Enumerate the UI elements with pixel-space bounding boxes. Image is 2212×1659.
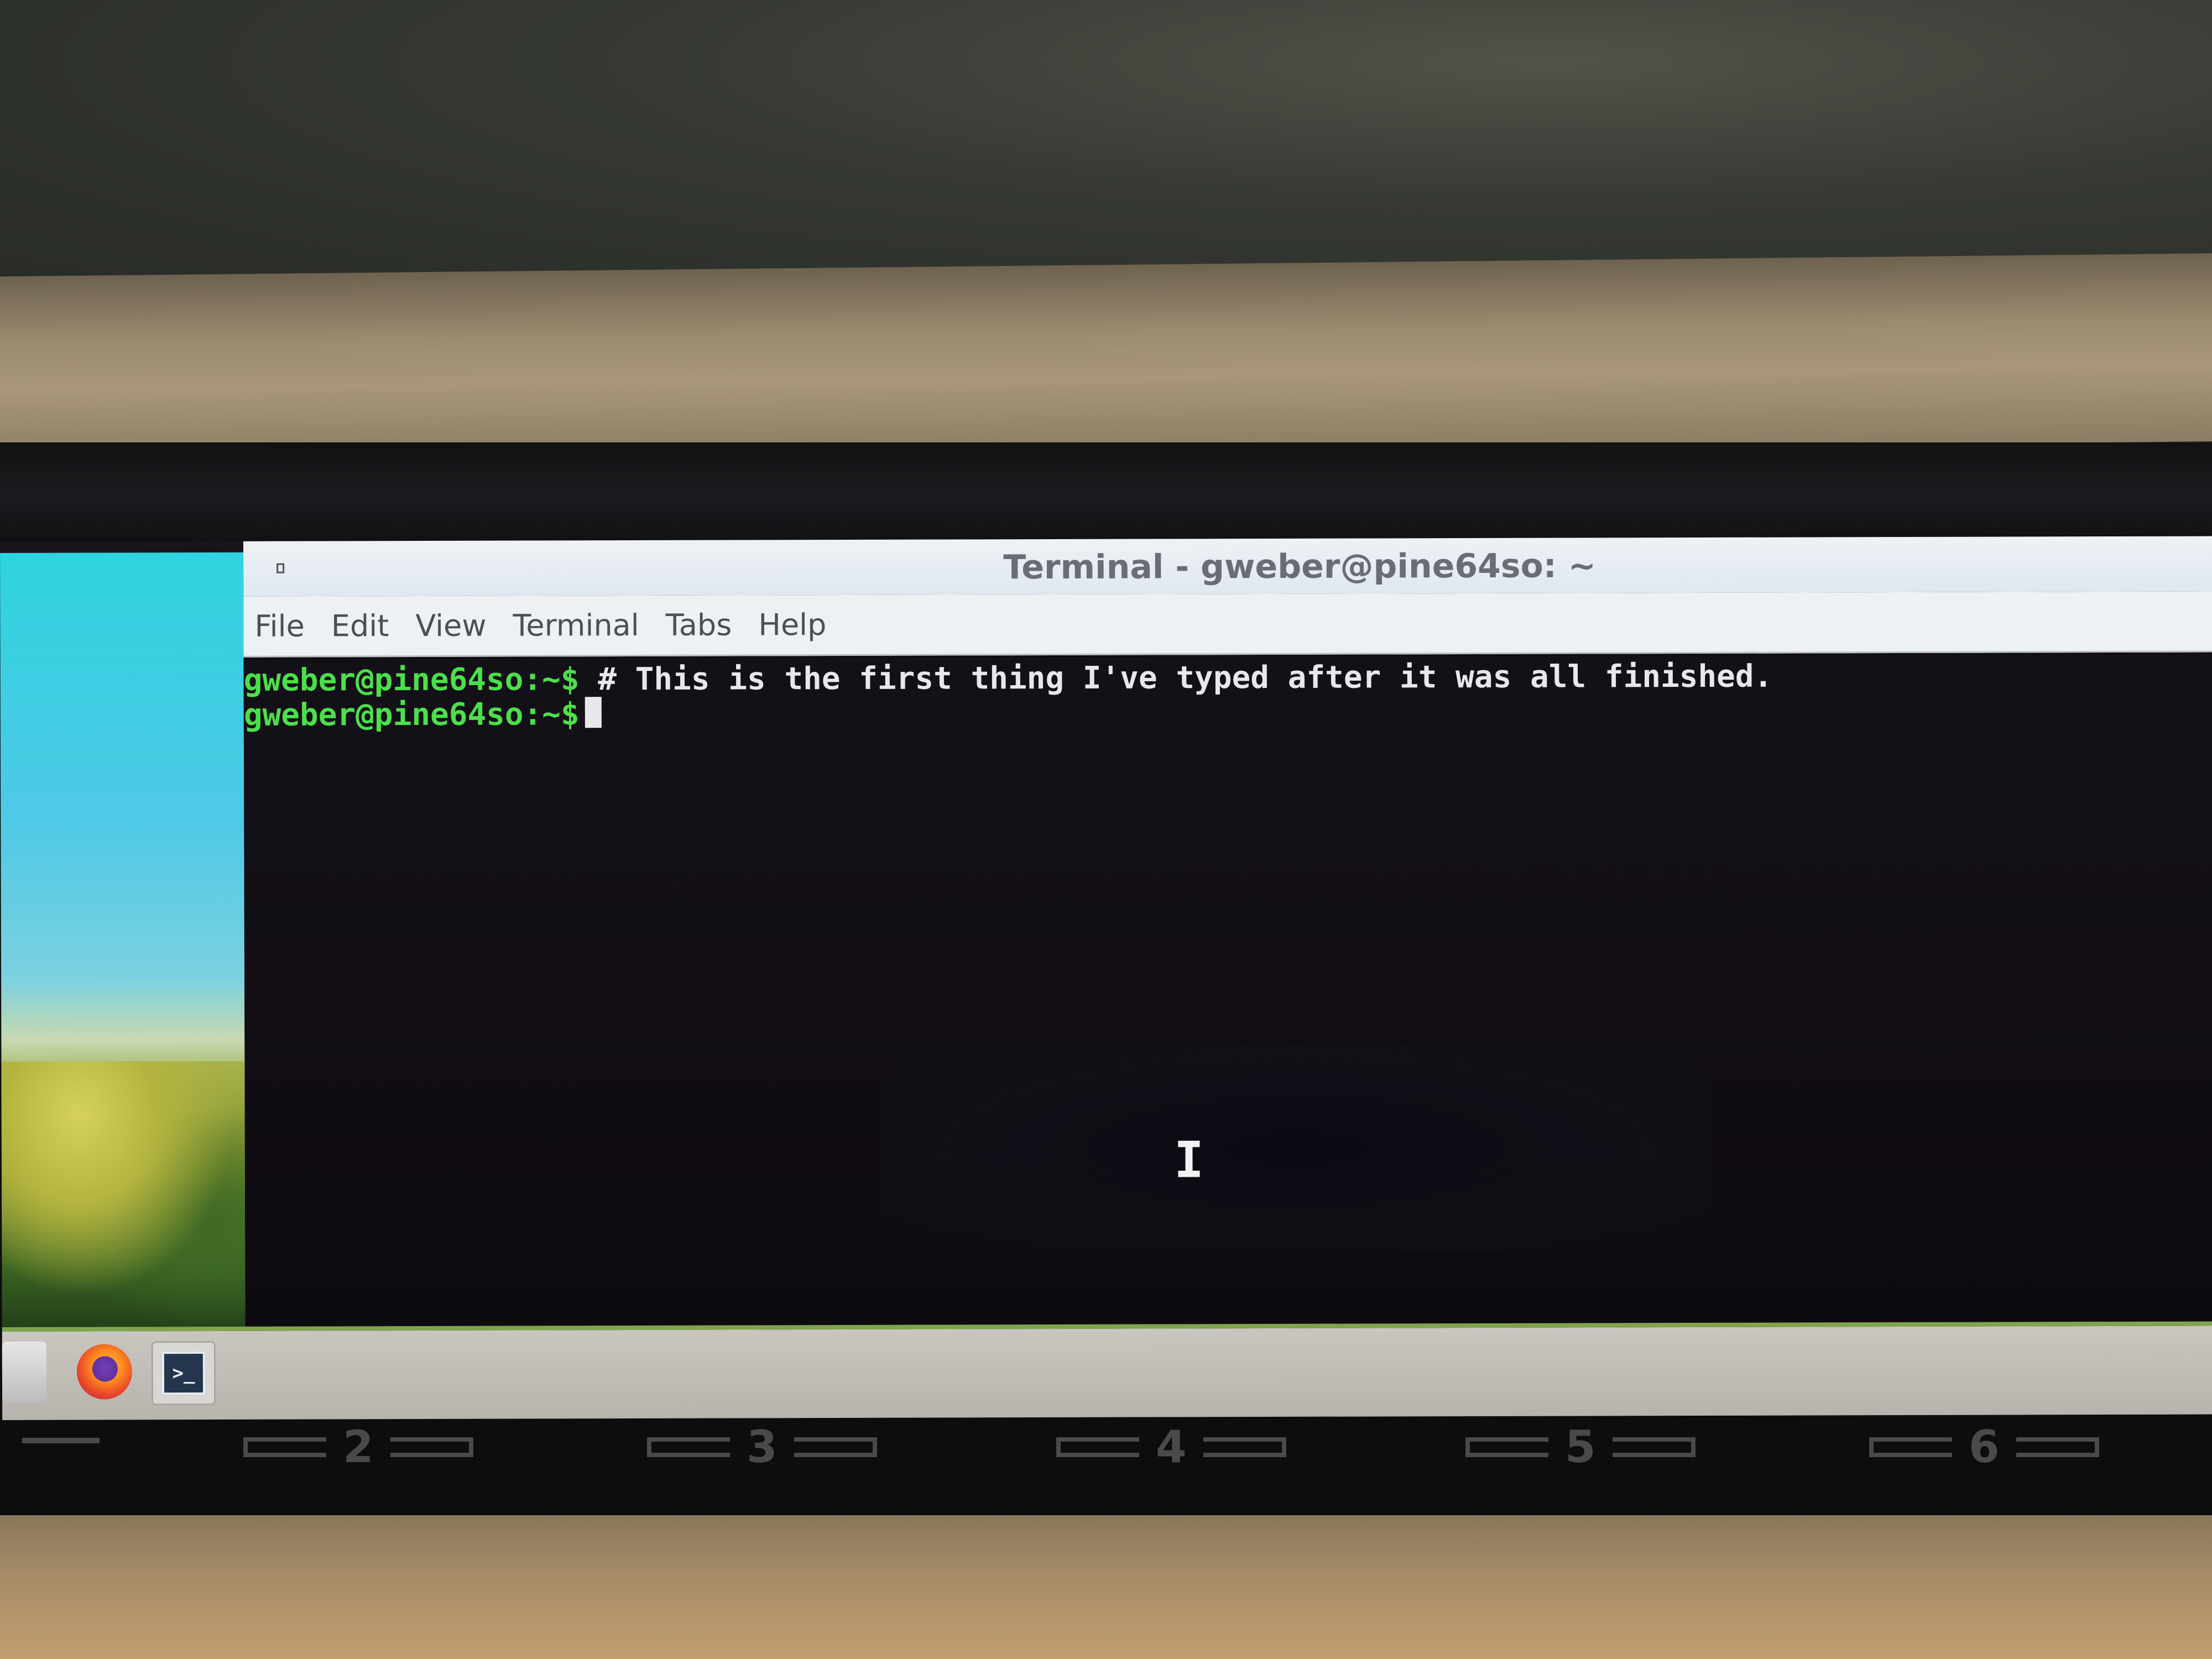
bezel-key-3[interactable]: 3 [647, 1421, 877, 1473]
terminal-line: gweber@pine64so:~$ [243, 692, 2212, 733]
desktop-wallpaper [0, 552, 262, 1327]
terminal-window[interactable]: Terminal - gweber@pine64so: ~ File Edit … [243, 536, 2212, 1327]
device-lid-top [0, 253, 2212, 465]
device-lid-bottom [0, 1515, 2212, 1659]
terminal-output[interactable]: gweber@pine64so:~$ # This is the first t… [243, 654, 2212, 1327]
menu-view[interactable]: View [415, 608, 486, 643]
taskbar: >_ [2, 1321, 2212, 1420]
shell-prompt: gweber@pine64so:~$ [243, 661, 580, 698]
photo: Terminal - gweber@pine64so: ~ File Edit … [0, 0, 2212, 1659]
bezel-shine [0, 442, 2212, 553]
ibeam-pointer-icon: I [1173, 1131, 1204, 1190]
menu-help[interactable]: Help [758, 607, 826, 642]
files-icon[interactable] [2, 1341, 47, 1402]
screen-glare [880, 1042, 1711, 1255]
bezel-key-1-mark [22, 1438, 100, 1443]
terminal-icon: >_ [161, 1352, 206, 1395]
terminal-line: gweber@pine64so:~$ # This is the first t… [243, 658, 2212, 698]
wallpaper-landscape [1, 1061, 262, 1327]
text-cursor [585, 697, 602, 728]
command-text: # This is the first thing I've typed aft… [579, 658, 1773, 698]
shell-prompt: gweber@pine64so:~$ [243, 696, 580, 733]
bezel-key-6[interactable]: 6 [1869, 1421, 2099, 1473]
menubar: File Edit View Terminal Tabs Help [243, 591, 2212, 658]
screen: Terminal - gweber@pine64so: ~ File Edit … [0, 536, 2212, 1420]
firefox-icon [76, 1344, 133, 1400]
menu-file[interactable]: File [254, 609, 305, 644]
window-titlebar[interactable]: Terminal - gweber@pine64so: ~ [243, 536, 2212, 597]
bezel-key-2[interactable]: 2 [243, 1421, 473, 1473]
menu-tabs[interactable]: Tabs [666, 608, 732, 643]
firefox-launcher[interactable] [74, 1341, 135, 1402]
menu-terminal[interactable]: Terminal [513, 608, 639, 643]
bezel-key-5[interactable]: 5 [1465, 1421, 1695, 1473]
menu-edit[interactable]: Edit [331, 608, 389, 643]
bezel-key-labels: 2 3 4 5 6 [0, 1421, 2212, 1482]
terminal-launcher[interactable]: >_ [151, 1340, 216, 1406]
window-title: Terminal - gweber@pine64so: ~ [1003, 546, 1597, 587]
bezel-key-4[interactable]: 4 [1056, 1421, 1286, 1473]
